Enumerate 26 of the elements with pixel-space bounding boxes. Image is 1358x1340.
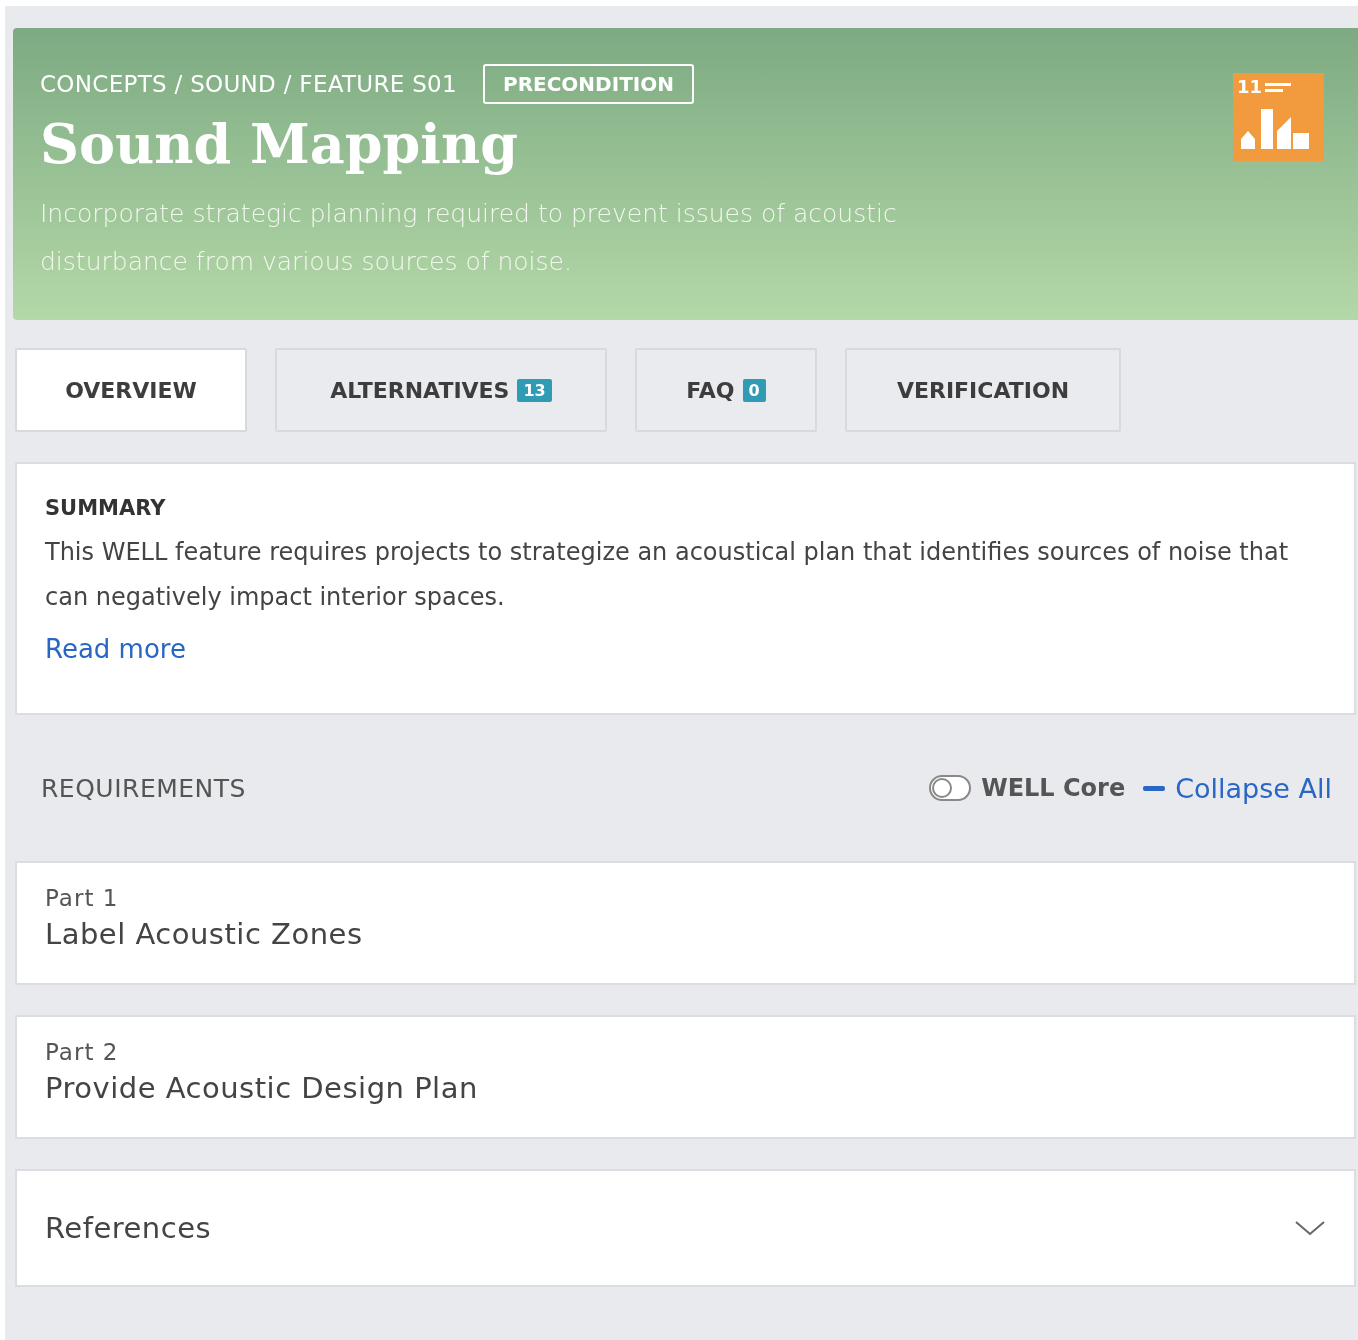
part-title: Provide Acoustic Design Plan: [45, 1071, 479, 1105]
toggle-label: WELL Core: [981, 774, 1126, 802]
precondition-badge: PRECONDITION: [482, 64, 694, 104]
toggle-switch[interactable]: [929, 775, 972, 801]
requirement-card[interactable]: Part 1 Label Acoustic Zones: [15, 861, 1356, 985]
requirement-card[interactable]: Part 2 Provide Acoustic Design Plan: [15, 1015, 1356, 1139]
part-label: Part 2: [45, 1039, 120, 1065]
tab[interactable]: ALTERNATIVES 13: [275, 348, 607, 432]
references-title: References: [45, 1211, 212, 1245]
collapse-all-link[interactable]: Collapse All: [1143, 772, 1332, 804]
summary-text: This WELL feature requires projects to strategize an acoustical plan that identifies sources of noise that can negatively impact interior spaces.: [45, 537, 1290, 613]
count-badge: 0: [742, 378, 766, 402]
feature-title: Sound Mapping: [40, 112, 519, 176]
section-heading: SUMMARY: [45, 496, 167, 520]
minus-icon: [1143, 785, 1166, 791]
tab[interactable]: OVERVIEW: [15, 348, 247, 432]
read-more-link[interactable]: Read more: [45, 634, 186, 664]
section-heading: REQUIREMENTS: [41, 773, 246, 803]
feature-description: Incorporate strategic planning required to prevent issues of acoustic disturbance from various sources of noise.: [40, 198, 898, 278]
goal-number: 11: [1237, 76, 1263, 97]
tab[interactable]: VERIFICATION: [845, 348, 1121, 432]
count-badge: 13: [517, 378, 552, 402]
part-title: Label Acoustic Zones: [45, 917, 364, 951]
tab[interactable]: FAQ 0: [635, 348, 817, 432]
references-card[interactable]: References: [15, 1169, 1356, 1287]
part-label: Part 1: [45, 885, 120, 911]
